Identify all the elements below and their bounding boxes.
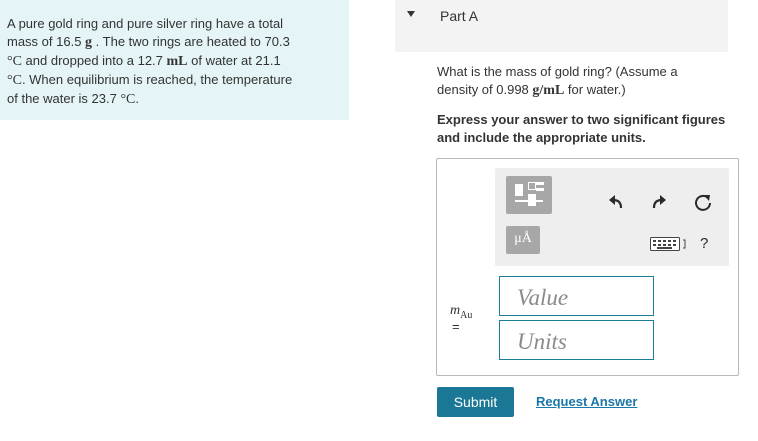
problem-line-5-text-b: . bbox=[135, 91, 140, 106]
instruction-text: Express your answer to two significant f… bbox=[437, 112, 726, 145]
help-icon[interactable]: ? bbox=[700, 236, 708, 252]
question-line-1: What is the mass of gold ring? (Assume a bbox=[437, 64, 678, 79]
problem-statement-panel: A pure gold ring and pure silver ring ha… bbox=[0, 0, 349, 120]
problem-line-5-text-a: of the water is 23.7 bbox=[7, 91, 121, 106]
problem-line-4-text: . When equilibrium is reached, the tempe… bbox=[21, 72, 293, 87]
problem-line-3: °C and dropped into a 12.7 mL of water a… bbox=[7, 52, 342, 71]
equals-sign: = bbox=[452, 319, 460, 334]
collapse-caret-icon[interactable] bbox=[407, 11, 415, 17]
unit-ml: mL bbox=[166, 54, 188, 69]
unit-g: g bbox=[85, 35, 93, 50]
keyboard-icon[interactable] bbox=[650, 237, 686, 251]
submit-button[interactable]: Submit bbox=[437, 387, 514, 417]
unit-celsius: °C bbox=[120, 92, 136, 107]
request-answer-link[interactable]: Request Answer bbox=[536, 394, 637, 409]
problem-line-2: mass of 16.5 g . The two rings are heate… bbox=[7, 33, 342, 52]
undo-icon[interactable] bbox=[607, 193, 625, 211]
part-title: Part A bbox=[440, 8, 479, 24]
problem-line-5: of the water is 23.7 °C. bbox=[7, 90, 342, 109]
problem-line-1-text: A pure gold ring and pure silver ring ha… bbox=[7, 16, 284, 31]
units-icon: μÅ bbox=[514, 231, 532, 246]
units-input[interactable] bbox=[515, 328, 659, 356]
value-field[interactable] bbox=[499, 276, 659, 316]
unit-density: g/mL bbox=[532, 83, 565, 98]
question-text: What is the mass of gold ring? (Assume a… bbox=[437, 63, 727, 100]
problem-line-1: A pure gold ring and pure silver ring ha… bbox=[7, 15, 342, 33]
problem-line-2-text-a: mass of 16.5 bbox=[7, 34, 86, 49]
value-input[interactable] bbox=[515, 284, 659, 312]
problem-line-3-text-b: of water at 21.1 bbox=[187, 53, 281, 68]
question-line-2: density of 0.998 g/mL for water.) bbox=[437, 81, 727, 100]
templates-button[interactable] bbox=[506, 176, 552, 214]
reset-icon[interactable] bbox=[693, 192, 713, 212]
redo-icon[interactable] bbox=[650, 193, 668, 211]
units-button[interactable]: μÅ bbox=[506, 226, 540, 254]
variable-symbol: m bbox=[450, 303, 461, 318]
unit-celsius: °C bbox=[7, 73, 22, 88]
question-line-2-text-b: for water.) bbox=[564, 82, 626, 97]
problem-line-4: °C. When equilibrium is reached, the tem… bbox=[7, 71, 342, 90]
unit-celsius: °C bbox=[7, 54, 22, 69]
variable-subscript: Au bbox=[460, 309, 473, 321]
problem-line-3-text-a: and dropped into a 12.7 bbox=[21, 53, 167, 68]
problem-text: A pure gold ring and pure silver ring ha… bbox=[7, 15, 342, 109]
part-a-header[interactable]: Part A bbox=[395, 0, 728, 52]
units-field[interactable] bbox=[499, 320, 659, 360]
problem-line-2-text-b: . The two rings are heated to 70.3 bbox=[92, 34, 290, 49]
question-line-2-text-a: density of 0.998 bbox=[437, 82, 533, 97]
